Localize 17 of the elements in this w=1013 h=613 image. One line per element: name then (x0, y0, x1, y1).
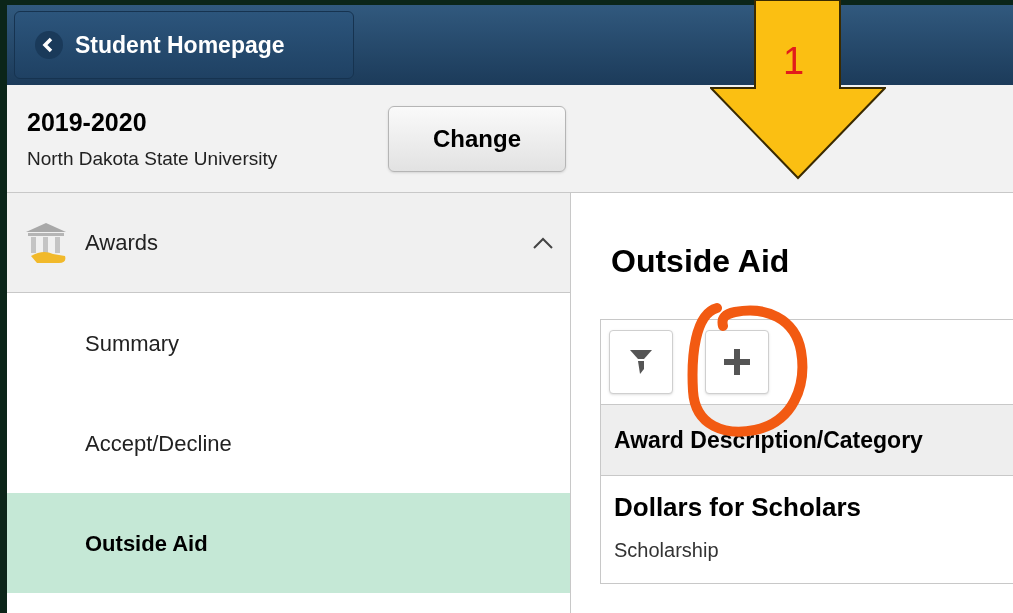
filter-icon (629, 349, 653, 375)
plus-icon (724, 349, 750, 375)
change-button[interactable]: Change (388, 105, 566, 172)
step-number: 1 (783, 42, 805, 80)
filter-button[interactable] (609, 330, 673, 394)
nav-item[interactable]: Outside Aid (7, 493, 570, 593)
back-button[interactable]: Student Homepage (14, 11, 354, 79)
page-title: Outside Aid (610, 242, 791, 281)
award-category: Scholarship (614, 538, 720, 563)
aid-year: 2019-2020 (27, 106, 148, 138)
column-header: Award Description/Category (601, 404, 1013, 476)
awards-section-header[interactable]: Awards (7, 193, 570, 293)
back-icon (35, 31, 63, 59)
add-button[interactable] (705, 330, 769, 394)
award-name: Dollars for Scholars (614, 491, 863, 524)
institution-name: North Dakota State University (27, 147, 279, 171)
chevron-up-icon (532, 235, 554, 250)
